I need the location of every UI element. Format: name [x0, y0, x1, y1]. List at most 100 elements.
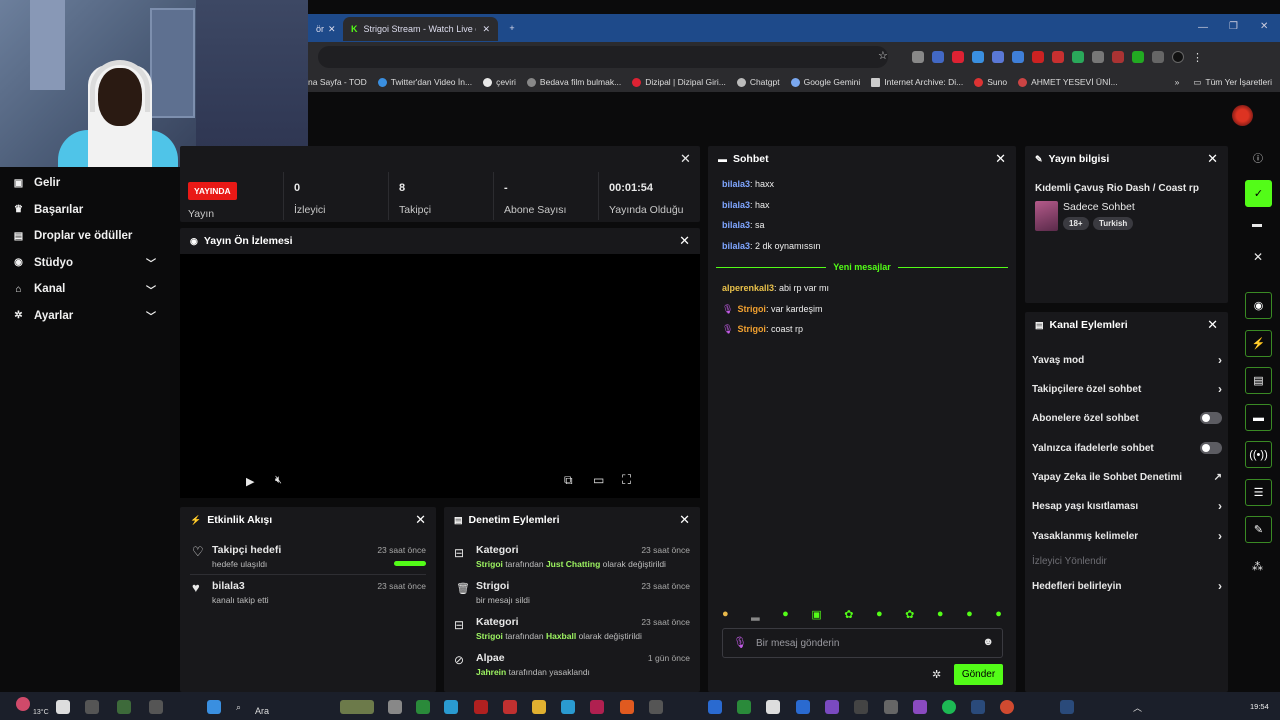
action-banned-words[interactable]: Yasaklanmış kelimeler ›	[1032, 526, 1222, 546]
close-icon[interactable]: ✕	[1207, 151, 1218, 167]
minimize-icon[interactable]: —	[1198, 22, 1208, 33]
action-emote-only[interactable]: Yalnızca ifadelerle sohbet	[1032, 438, 1222, 458]
browser-tab-active[interactable]: K Strigoi Stream - Watch Live on ✕	[343, 17, 498, 41]
action-ai-moderation[interactable]: Yapay Zeka ile Sohbet Denetimi ↗	[1032, 467, 1222, 487]
extension-icon[interactable]	[972, 51, 984, 63]
app-icon[interactable]	[590, 700, 604, 714]
emote-icon[interactable]: ●	[876, 608, 883, 622]
action-set-goals[interactable]: Hedefleri belirleyin ›	[1032, 576, 1222, 596]
app-icon[interactable]	[503, 700, 517, 714]
extension-icon[interactable]	[1132, 51, 1144, 63]
sidebar-item-droplar[interactable]: ▤ Droplar ve ödüller	[0, 223, 170, 250]
category-thumbnail[interactable]	[1035, 201, 1058, 231]
close-icon[interactable]: ✕	[482, 24, 490, 35]
menu-icon[interactable]: ⋮	[1192, 51, 1203, 64]
extension-icon[interactable]	[1092, 51, 1104, 63]
chat-message[interactable]: bilala3: sa	[722, 220, 765, 230]
chat-toggle-button[interactable]: ▬	[1245, 404, 1272, 431]
all-bookmarks[interactable]: ▭ Tüm Yer İşaretleri	[1193, 77, 1272, 88]
close-icon[interactable]: ✕	[1207, 317, 1218, 333]
emoji-icon[interactable]: ☻	[982, 636, 994, 648]
toggle-switch[interactable]	[1200, 412, 1222, 424]
gear-icon[interactable]: ✲	[932, 668, 941, 681]
bookmark[interactable]: Dizipal | Dizipal Giri...	[632, 77, 726, 87]
tag[interactable]: 18+	[1063, 217, 1089, 230]
bookmark[interactable]: Suno	[974, 77, 1007, 87]
pip-icon[interactable]: ⧉	[564, 473, 573, 488]
app-icon[interactable]	[766, 700, 780, 714]
app-icon[interactable]	[1060, 700, 1074, 714]
spotify-icon[interactable]	[942, 700, 956, 714]
extension-icon[interactable]	[992, 51, 1004, 63]
app-icon[interactable]	[649, 700, 663, 714]
action-slow-mode[interactable]: Yavaş mod ›	[1032, 350, 1222, 370]
fullscreen-icon[interactable]: ⛶	[622, 472, 631, 488]
bookmark[interactable]: na Sayfa - TOD	[308, 77, 367, 87]
app-icon[interactable]	[117, 700, 131, 714]
bookmark[interactable]: AHMET YESEVİ ÜNİ...	[1018, 77, 1118, 87]
extension-icon[interactable]	[1032, 51, 1044, 63]
chat-message[interactable]: 🎙︎ Strigoi: coast rp	[722, 324, 803, 335]
app-icon[interactable]	[56, 700, 70, 714]
stream-info-toggle-button[interactable]: ✎	[1245, 516, 1272, 543]
emote-icon[interactable]: ▂	[751, 608, 759, 622]
emote-icon[interactable]: ●	[782, 608, 789, 622]
check-button[interactable]: ✓	[1245, 180, 1272, 207]
emote-icon[interactable]: ✿	[844, 608, 853, 622]
app-icon[interactable]	[708, 700, 722, 714]
toggle-switch[interactable]	[1200, 442, 1222, 454]
sidebar-item-gelir[interactable]: ▣ Gelir	[0, 170, 170, 197]
more-widgets-icon[interactable]: ⁂	[1252, 560, 1263, 573]
app-icon[interactable]	[444, 700, 458, 714]
close-icon[interactable]: ✕	[415, 512, 426, 528]
url-field[interactable]	[318, 46, 888, 68]
bookmark[interactable]: Google Gemini	[790, 77, 860, 87]
preview-toggle-button[interactable]: ◉	[1245, 292, 1272, 319]
sidebar-item-kanal[interactable]: ⌂ Kanal ﹀	[0, 276, 170, 303]
bookmark[interactable]: çeviri	[483, 77, 516, 87]
extension-icon[interactable]	[1072, 51, 1084, 63]
profile-avatar[interactable]	[1172, 51, 1184, 63]
more-bookmarks-icon[interactable]: »	[1175, 77, 1180, 87]
close-icon[interactable]: ✕	[680, 151, 691, 167]
emote-icon[interactable]: ●	[722, 608, 729, 622]
layout-icon[interactable]: ▬	[1252, 219, 1262, 230]
emote-icon[interactable]: ▣	[811, 608, 821, 622]
app-icon[interactable]	[913, 700, 927, 714]
weather-icon[interactable]	[16, 697, 30, 711]
close-icon[interactable]: ✕	[328, 24, 336, 35]
app-icon[interactable]	[737, 700, 751, 714]
star-icon[interactable]: ☆	[878, 49, 888, 62]
mic-icon[interactable]: 🎙︎	[733, 636, 747, 649]
bookmark[interactable]: Internet Archive: Di...	[871, 77, 963, 87]
chat-message[interactable]: alperenkall3: abi rp var mı	[722, 283, 829, 293]
play-icon[interactable]: ▶	[246, 475, 254, 488]
close-icon[interactable]: ✕	[679, 233, 690, 249]
close-icon[interactable]: ✕	[679, 512, 690, 528]
browser-tab[interactable]: ör ✕	[308, 17, 338, 41]
chat-input[interactable]: 🎙︎ Bir mesaj gönderin ☻	[722, 628, 1003, 658]
app-icon[interactable]	[416, 700, 430, 714]
bookmark[interactable]: Twitter'dan Video İn...	[377, 77, 472, 87]
moderation-toggle-button[interactable]: ▤	[1245, 367, 1272, 394]
user-avatar[interactable]	[1232, 105, 1253, 126]
extension-icon[interactable]	[1052, 51, 1064, 63]
telegram-icon[interactable]	[561, 700, 575, 714]
app-icon[interactable]	[340, 700, 374, 714]
emote-icon[interactable]: ✿	[905, 608, 914, 622]
puzzle-icon[interactable]	[1152, 51, 1164, 63]
theater-icon[interactable]: ▭	[593, 473, 604, 487]
action-followers-only[interactable]: Takipçilere özel sohbet ›	[1032, 379, 1222, 399]
close-icon[interactable]: ✕	[1253, 250, 1263, 264]
close-icon[interactable]: ✕	[995, 151, 1006, 167]
sidebar-item-ayarlar[interactable]: ✲ Ayarlar ﹀	[0, 303, 170, 330]
windows-start-icon[interactable]	[207, 700, 221, 714]
app-icon[interactable]	[620, 700, 634, 714]
extension-icon[interactable]	[932, 51, 944, 63]
window-close-icon[interactable]: ✕	[1260, 21, 1268, 32]
emote-icon[interactable]: ●	[937, 608, 944, 622]
extension-icon[interactable]	[1112, 51, 1124, 63]
send-button[interactable]: Gönder	[954, 664, 1003, 685]
sidebar-item-studyo[interactable]: ◉ Stüdyo ﹀	[0, 250, 170, 277]
chevron-up-icon[interactable]: ︿	[1133, 701, 1142, 714]
